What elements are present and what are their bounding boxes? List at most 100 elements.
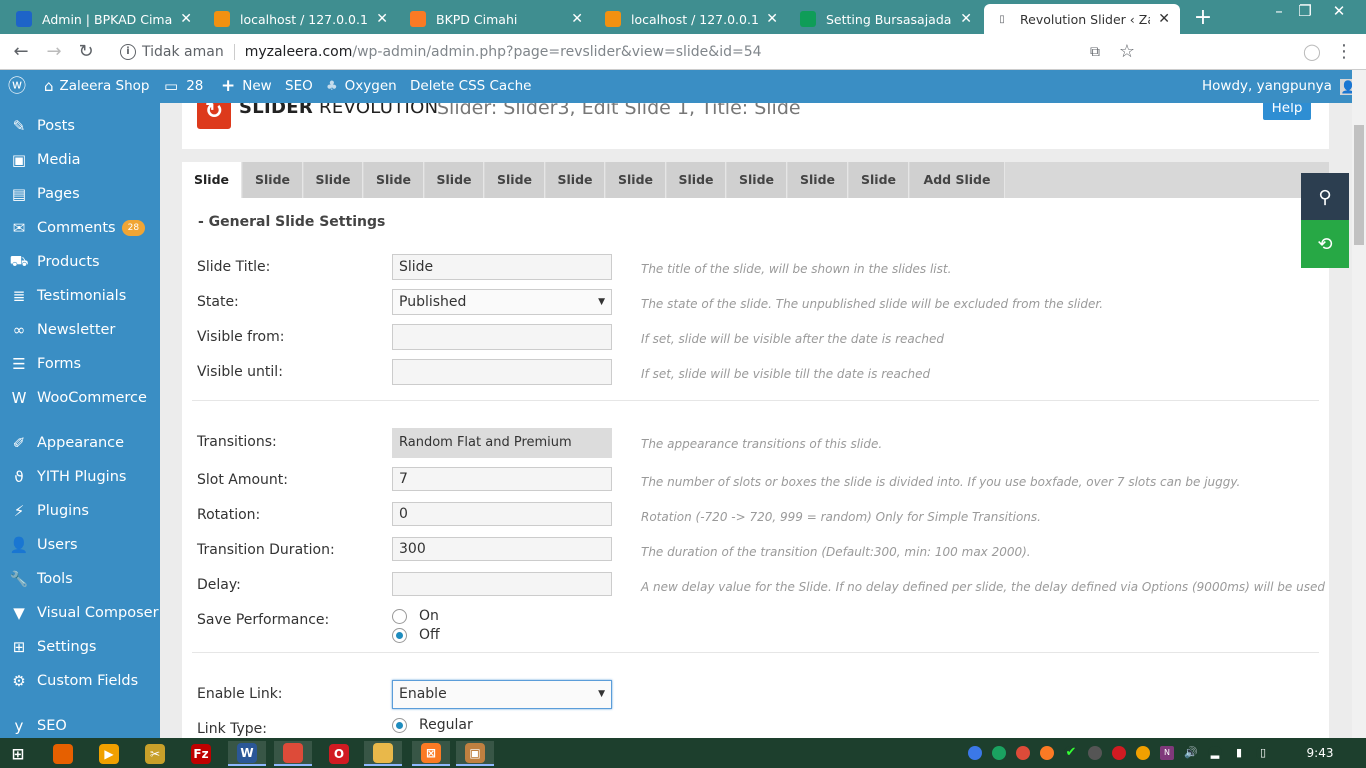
tray-onenote-icon[interactable]: N [1160, 746, 1174, 760]
tray-chrome-remote-icon[interactable] [968, 746, 982, 760]
bookmark-star-icon[interactable]: ☆ [1115, 40, 1139, 64]
add-slide-tab[interactable]: Add Slide [910, 162, 1005, 198]
browser-tab[interactable]: localhost / 127.0.0.1 / bs ✕ [595, 4, 788, 34]
howdy-user-link[interactable]: Howdy, yangpunya 👤 [1202, 70, 1356, 103]
browser-tab[interactable]: Admin | BPKAD Cimahi ✕ [6, 4, 202, 34]
signal-icon[interactable]: ▂ [1208, 746, 1222, 760]
tray-sync-icon[interactable] [992, 746, 1006, 760]
link-type-regular-radio[interactable]: Regular [392, 717, 473, 733]
transitions-input[interactable]: Random Flat and Premium [392, 428, 612, 458]
close-tab-icon[interactable]: ✕ [376, 11, 388, 27]
radio-button[interactable] [392, 608, 407, 624]
sidebar-item-woocommerce[interactable]: W WooCommerce [0, 381, 160, 415]
slide-tab[interactable]: Slide [727, 162, 787, 198]
sidebar-item-testimonials[interactable]: ≣ Testimonials [0, 279, 160, 313]
tray-network-icon[interactable] [1088, 746, 1102, 760]
taskbar-terminal-icon[interactable]: ▣ [456, 741, 494, 766]
slot-amount-input[interactable]: 7 [392, 467, 612, 491]
forward-icon[interactable]: → [42, 40, 66, 64]
sidebar-item-appearance[interactable]: ✐ Appearance [0, 426, 160, 460]
clock[interactable]: 9:43 [1300, 738, 1340, 768]
sidebar-item-custom-fields[interactable]: ⚙ Custom Fields [0, 664, 160, 698]
new-content-link[interactable]: + New [221, 70, 272, 103]
save-performance-off-radio[interactable]: Off [392, 627, 440, 643]
close-tab-icon[interactable]: ✕ [960, 11, 972, 27]
taskbar-explorer-icon[interactable] [364, 741, 402, 766]
sidebar-item-forms[interactable]: ☰ Forms [0, 347, 160, 381]
search-float-button[interactable]: ⚲ [1301, 173, 1349, 221]
delete-css-cache-link[interactable]: Delete CSS Cache [410, 70, 532, 103]
taskbar-media-player-icon[interactable]: ▶ [90, 741, 128, 766]
slide-tab[interactable]: Slide [364, 162, 424, 198]
section-title[interactable]: - General Slide Settings [198, 214, 385, 230]
back-icon[interactable]: ← [9, 40, 33, 64]
close-tab-icon[interactable]: ✕ [1158, 11, 1170, 27]
windows-start-icon[interactable]: ⊞ [0, 741, 36, 766]
close-tab-icon[interactable]: ✕ [180, 11, 192, 27]
radio-button-selected[interactable] [392, 717, 407, 733]
rotation-input[interactable]: 0 [392, 502, 612, 526]
seo-link[interactable]: SEO [285, 70, 313, 103]
transition-duration-input[interactable]: 300 [392, 537, 612, 561]
profile-avatar-icon[interactable]: ◯ [1300, 40, 1324, 64]
volume-icon[interactable]: 🔊 [1184, 746, 1198, 760]
notification-icon[interactable]: ▯ [1256, 746, 1270, 760]
sidebar-item-settings[interactable]: ⊞ Settings [0, 630, 160, 664]
slide-tab[interactable]: Slide [788, 162, 848, 198]
close-tab-icon[interactable]: ✕ [766, 11, 778, 27]
sidebar-item-yith-plugins[interactable]: ϑ YITH Plugins [0, 460, 160, 494]
sidebar-item-visual-composer[interactable]: ▼ Visual Composer [0, 596, 160, 630]
chrome-menu-icon[interactable]: ⋮ [1332, 40, 1356, 64]
security-label[interactable]: Tidak aman [142, 44, 224, 60]
slide-tab[interactable]: Slide [485, 162, 545, 198]
url-bar[interactable]: i Tidak aman myzaleera.com/wp-admin/admi… [108, 38, 1148, 66]
tray-upload-icon[interactable] [1136, 746, 1150, 760]
slide-tab[interactable]: Slide [304, 162, 363, 198]
tray-opera-icon[interactable] [1112, 746, 1126, 760]
close-window-button[interactable]: ✕ [1322, 0, 1356, 24]
delay-input[interactable] [392, 572, 612, 596]
state-select[interactable]: Published ▼ [392, 289, 612, 315]
browser-tab[interactable]: Setting Bursasajadah - G ✕ [790, 4, 982, 34]
sidebar-item-posts[interactable]: ✎ Posts [0, 109, 160, 143]
new-tab-button[interactable]: + [1192, 5, 1214, 30]
maximize-button[interactable]: ❐ [1288, 0, 1322, 24]
sidebar-item-plugins[interactable]: ⚡ Plugins [0, 494, 160, 528]
browser-tab[interactable]: ▯ Revolution Slider ‹ Zalee ✕ [984, 4, 1180, 34]
sidebar-item-newsletter[interactable]: ∞ Newsletter [0, 313, 160, 347]
browser-tab[interactable]: localhost / 127.0.0.1 / bk ✕ [204, 4, 398, 34]
close-tab-icon[interactable]: ✕ [571, 11, 583, 27]
scrollbar-thumb[interactable] [1354, 125, 1364, 245]
sidebar-item-products[interactable]: ⛟ Products [0, 245, 160, 279]
comments-link[interactable]: ▭ 28 [164, 70, 203, 103]
enable-link-select[interactable]: Enable ▼ [392, 680, 612, 709]
slide-tab[interactable]: Slide [425, 162, 484, 198]
oxygen-link[interactable]: ♣ Oxygen [326, 70, 397, 103]
slide-tab[interactable]: Slide [243, 162, 303, 198]
taskbar-xampp-icon[interactable]: ⊠ [412, 741, 450, 766]
taskbar-chrome-icon[interactable] [274, 741, 312, 766]
help-button[interactable]: Help [1263, 103, 1311, 120]
taskbar-firefox-icon[interactable] [44, 741, 82, 766]
visible-from-input[interactable] [392, 324, 612, 350]
radio-button-selected[interactable] [392, 627, 407, 643]
taskbar-filezilla-icon[interactable]: Fz [182, 741, 220, 766]
reload-icon[interactable]: ↻ [74, 40, 98, 64]
taskbar-word-icon[interactable]: W [228, 741, 266, 766]
sidebar-item-users[interactable]: 👤 Users [0, 528, 160, 562]
sidebar-item-comments[interactable]: ✉ Comments 28 [0, 211, 160, 245]
sidebar-item-pages[interactable]: ▤ Pages [0, 177, 160, 211]
battery-icon[interactable]: ▮ [1232, 746, 1246, 760]
tray-chrome-icon[interactable] [1016, 746, 1030, 760]
translate-icon[interactable]: ⧉ [1083, 40, 1107, 64]
taskbar-opera-icon[interactable]: O [320, 741, 358, 766]
sidebar-item-tools[interactable]: 🔧 Tools [0, 562, 160, 596]
visible-until-input[interactable] [392, 359, 612, 385]
refresh-float-button[interactable]: ⟲ [1301, 220, 1349, 268]
save-performance-on-radio[interactable]: On [392, 608, 439, 624]
slide-tab[interactable]: Slide [182, 162, 242, 198]
sidebar-item-media[interactable]: ▣ Media [0, 143, 160, 177]
tray-xampp-icon[interactable] [1040, 746, 1054, 760]
wordpress-logo-icon[interactable]: ⓦ [8, 70, 26, 103]
browser-tab[interactable]: BKPD Cimahi ✕ [400, 4, 593, 34]
